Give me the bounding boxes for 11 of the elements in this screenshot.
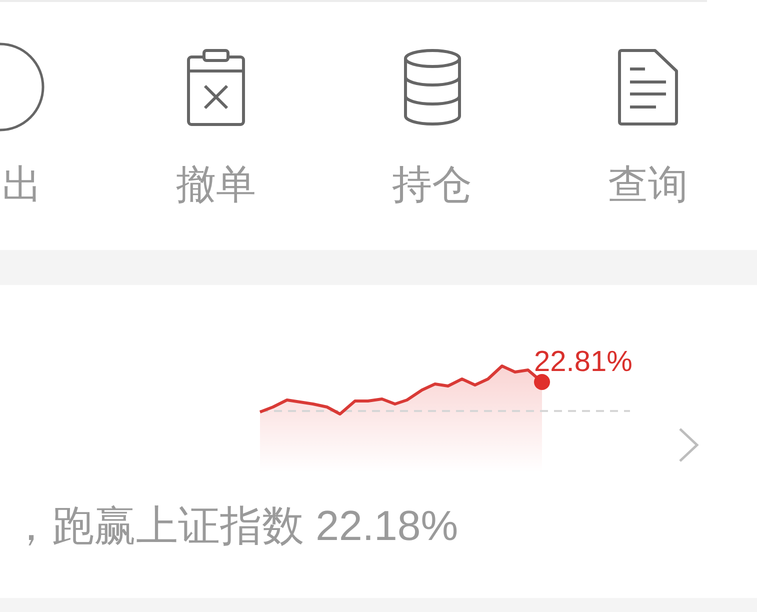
return-label: 22.81% [534, 346, 632, 378]
query-button[interactable]: 查询 [608, 42, 688, 207]
cancel-order-button[interactable]: 撤单 [176, 42, 256, 207]
summary-text: ，跑赢上证指数 22.18% [9, 503, 458, 549]
chevron-right-icon[interactable] [678, 427, 700, 463]
database-icon [404, 48, 460, 126]
end-dot-icon [534, 374, 550, 390]
document-icon [618, 48, 678, 126]
sell-button[interactable]: 出 [0, 42, 46, 207]
clipboard-x-icon [187, 48, 245, 126]
holdings-button[interactable]: 持仓 [392, 42, 472, 207]
